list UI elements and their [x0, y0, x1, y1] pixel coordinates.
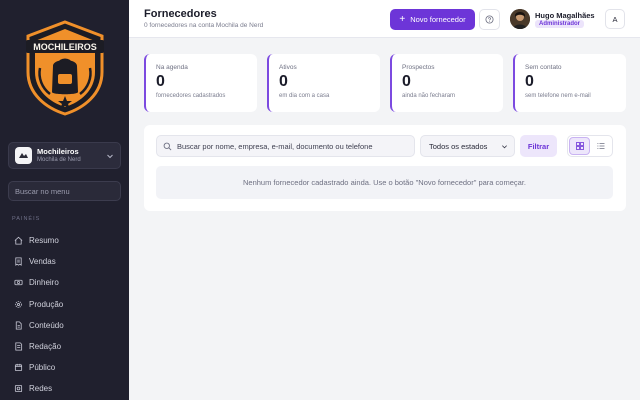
- edit-icon: [15, 342, 23, 351]
- stat-label: Na agenda: [156, 64, 188, 71]
- sidebar-item-conteudo[interactable]: Conteúdo: [8, 315, 121, 336]
- sidebar-nav: Resumo Vendas Dinheiro Produção Conteúdo…: [8, 230, 121, 400]
- state-select-value: Todos os estados: [429, 141, 488, 151]
- home-icon: [14, 236, 23, 245]
- new-supplier-button[interactable]: + Novo fornecedor: [390, 9, 475, 30]
- sidebar-item-label: Redes: [29, 384, 53, 394]
- account-button[interactable]: A: [605, 9, 625, 29]
- user-role-badge: Administrador: [535, 20, 585, 28]
- stat-description: sem telefone nem e-mail: [525, 92, 591, 99]
- chevron-down-icon: [502, 144, 507, 148]
- main-content: Fornecedores 0 fornecedores na conta Moc…: [129, 0, 640, 400]
- sidebar-item-label: Vendas: [29, 257, 56, 267]
- filter-button[interactable]: Filtrar: [520, 135, 557, 157]
- svg-text:MOCHILEIROS: MOCHILEIROS: [33, 42, 97, 52]
- sidebar-item-redes[interactable]: Redes: [8, 378, 121, 399]
- sidebar-item-dinheiro[interactable]: Dinheiro: [8, 272, 121, 293]
- sidebar-item-resumo[interactable]: Resumo: [8, 230, 121, 251]
- sidebar-item-producao[interactable]: Produção: [8, 294, 121, 315]
- plus-icon: +: [399, 13, 406, 25]
- new-supplier-label: Novo fornecedor: [410, 15, 466, 24]
- stat-value: 0: [156, 73, 165, 90]
- user-avatar[interactable]: [510, 9, 530, 29]
- topbar: Fornecedores 0 fornecedores na conta Moc…: [129, 0, 640, 38]
- mochileiros-logo: MOCHILEIROS: [22, 20, 108, 116]
- cash-icon: [14, 280, 23, 286]
- help-icon: [485, 15, 494, 24]
- stat-description: fornecedores cadastrados: [156, 92, 226, 99]
- workspace-name: Mochileiros: [37, 146, 79, 156]
- workspace-subtitle: Mochila de Nerd: [37, 157, 81, 164]
- stat-label: Sem contato: [525, 64, 562, 71]
- help-button[interactable]: [479, 9, 500, 30]
- sidebar-item-publico[interactable]: Público: [8, 357, 121, 378]
- sidebar-item-label: Redação: [29, 342, 62, 352]
- workspace-switcher[interactable]: Mochileiros Mochila de Nerd: [8, 142, 121, 169]
- stats-row: Na agenda 0 fornecedores cadastrados Ati…: [144, 54, 626, 112]
- state-select[interactable]: Todos os estados: [420, 135, 515, 157]
- gear-icon: [15, 300, 22, 308]
- stat-label: Ativos: [279, 64, 297, 71]
- document-icon: [15, 321, 22, 330]
- user-name: Hugo Magalhães: [535, 11, 595, 20]
- sidebar-item-label: Conteúdo: [29, 320, 64, 330]
- calendar-icon: [14, 364, 23, 372]
- sidebar-item-label: Resumo: [29, 236, 59, 246]
- sidebar-item-redacao[interactable]: Redação: [8, 336, 121, 357]
- stat-description: ainda não fecharam: [402, 92, 456, 99]
- search-input[interactable]: [177, 141, 407, 151]
- sidebar: MOCHILEIROS Mochileiros Mochila de Nerd …: [0, 0, 129, 400]
- stat-card-sem-contato: Sem contato 0 sem telefone nem e-mail: [513, 54, 626, 112]
- grid-view-button[interactable]: [569, 137, 590, 155]
- stat-value: 0: [525, 73, 534, 90]
- stat-value: 0: [279, 73, 288, 90]
- stat-card-agenda: Na agenda 0 fornecedores cadastrados: [144, 54, 257, 112]
- page-title: Fornecedores: [144, 8, 217, 20]
- list-view-button[interactable]: [590, 137, 611, 155]
- menu-search-input[interactable]: [8, 181, 121, 201]
- search-icon: [163, 142, 172, 150]
- sidebar-item-label: Público: [29, 363, 56, 373]
- sidebar-item-vendas[interactable]: Vendas: [8, 251, 121, 272]
- stat-label: Prospectos: [402, 64, 435, 71]
- sidebar-item-label: Dinheiro: [29, 278, 59, 288]
- stat-card-ativos: Ativos 0 em dia com a casa: [267, 54, 380, 112]
- suppliers-panel: Todos os estados Filtrar Nenhum forneced…: [144, 125, 626, 211]
- share-icon: [14, 385, 23, 393]
- chevron-down-icon: [107, 154, 113, 158]
- empty-state-message: Nenhum fornecedor cadastrado ainda. Use …: [156, 166, 613, 199]
- stat-value: 0: [402, 73, 411, 90]
- stat-description: em dia com a casa: [279, 92, 330, 99]
- supplier-search[interactable]: [156, 135, 415, 157]
- receipt-icon: [15, 257, 22, 267]
- view-toggle: [567, 135, 613, 157]
- workspace-avatar: [15, 147, 32, 164]
- section-label: PAINÉIS: [12, 216, 41, 222]
- stat-card-prospectos: Prospectos 0 ainda não fecharam: [390, 54, 503, 112]
- sidebar-item-label: Produção: [29, 299, 64, 309]
- grid-icon: [575, 142, 584, 150]
- page-subtitle: 0 fornecedores na conta Mochila de Nerd: [144, 22, 264, 29]
- list-icon: [596, 143, 604, 149]
